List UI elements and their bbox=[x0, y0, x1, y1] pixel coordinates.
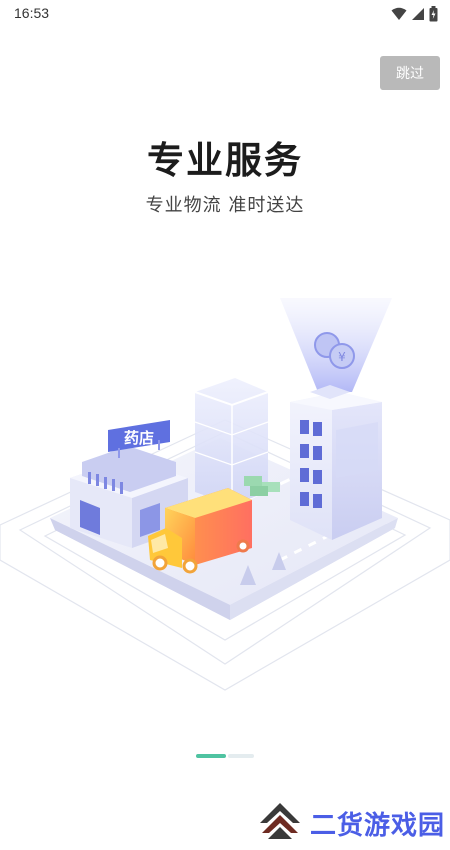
svg-text:¥: ¥ bbox=[338, 350, 346, 364]
watermark-logo-icon bbox=[258, 801, 302, 845]
page-indicator bbox=[196, 754, 254, 758]
page-subtitle: 专业物流 准时送达 bbox=[145, 195, 305, 216]
wifi-icon bbox=[391, 7, 407, 21]
page-title: 专业服务 bbox=[147, 139, 303, 182]
page-dot-inactive bbox=[228, 754, 254, 758]
status-bar: 16:53 bbox=[0, 0, 450, 28]
battery-icon bbox=[429, 6, 438, 22]
status-icons bbox=[391, 6, 438, 22]
skip-button[interactable]: 跳过 bbox=[380, 56, 440, 90]
logistics-city-illustration: ¥ 药店 bbox=[0, 298, 450, 691]
signal-icon bbox=[411, 7, 425, 21]
watermark: 二货游戏园 bbox=[258, 800, 445, 846]
office-tower bbox=[290, 385, 382, 540]
page-dot-active bbox=[196, 754, 226, 758]
watermark-text: 二货游戏园 bbox=[310, 810, 446, 841]
status-time: 16:53 bbox=[14, 5, 50, 21]
store-sign-text: 药店 bbox=[124, 429, 154, 447]
